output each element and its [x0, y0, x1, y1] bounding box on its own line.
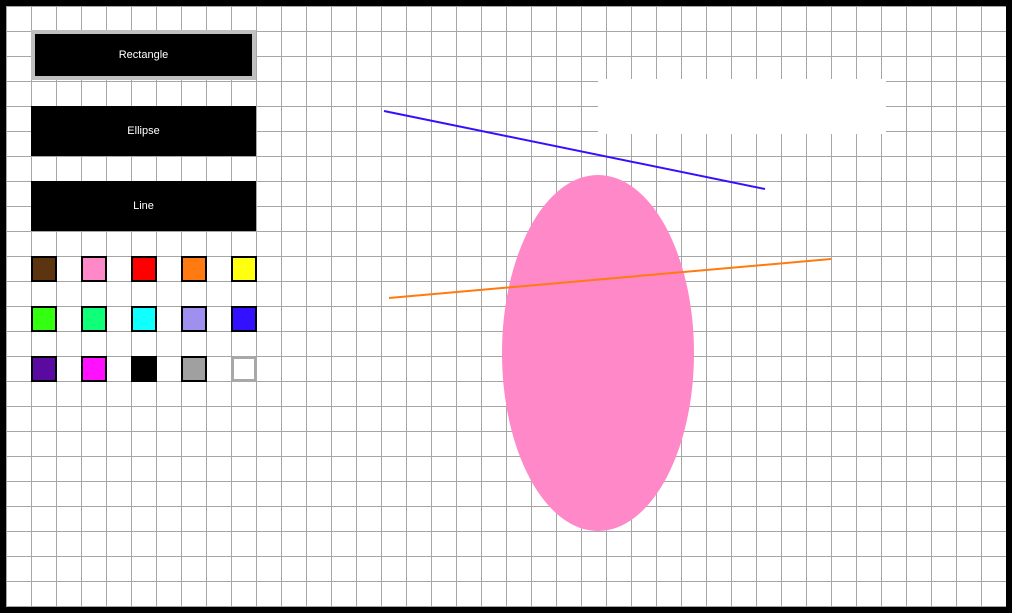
color-swatch[interactable]: [131, 256, 157, 282]
color-swatch[interactable]: [181, 356, 207, 382]
drawn-ellipse: [502, 175, 694, 531]
color-swatch[interactable]: [181, 256, 207, 282]
color-swatch[interactable]: [81, 256, 107, 282]
ellipse-tool-button[interactable]: Ellipse: [31, 106, 256, 156]
drawn-line-blue: [383, 110, 766, 190]
color-swatch[interactable]: [81, 306, 107, 332]
rectangle-tool-label: Rectangle: [118, 49, 169, 61]
color-swatch[interactable]: [31, 256, 57, 282]
line-tool-label: Line: [133, 200, 154, 212]
color-swatch[interactable]: [31, 356, 57, 382]
color-swatch[interactable]: [231, 356, 257, 382]
rectangle-tool-button[interactable]: Rectangle: [31, 30, 256, 80]
drawing-canvas[interactable]: Rectangle Ellipse Line: [6, 6, 1006, 607]
color-swatch[interactable]: [131, 356, 157, 382]
color-swatch[interactable]: [131, 306, 157, 332]
color-swatch[interactable]: [81, 356, 107, 382]
color-swatch[interactable]: [31, 306, 57, 332]
color-swatch[interactable]: [181, 306, 207, 332]
color-swatch[interactable]: [231, 256, 257, 282]
line-tool-button[interactable]: Line: [31, 181, 256, 231]
ellipse-tool-label: Ellipse: [127, 125, 160, 137]
color-swatch[interactable]: [231, 306, 257, 332]
